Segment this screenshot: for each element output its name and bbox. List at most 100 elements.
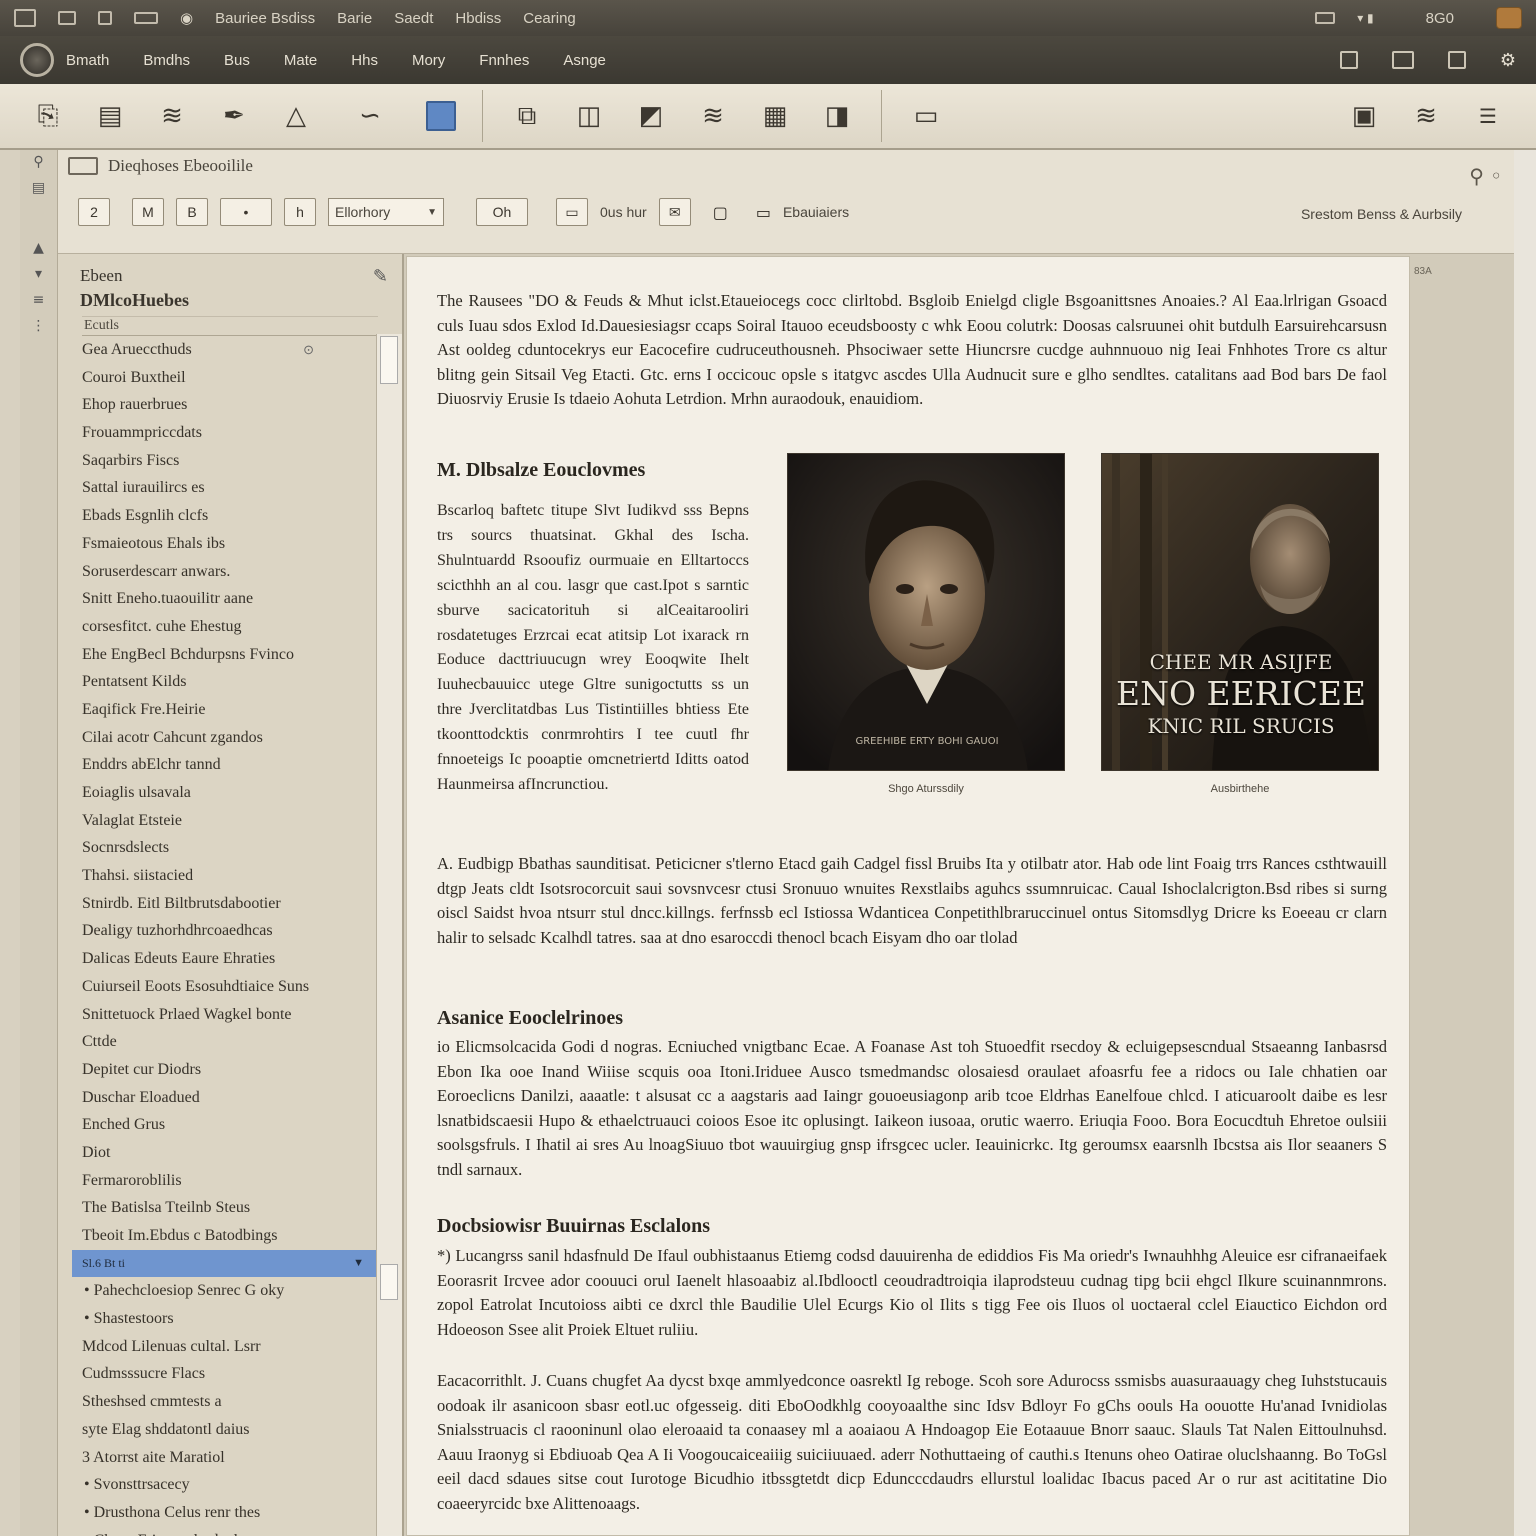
picture-icon[interactable]: ▭	[756, 203, 771, 222]
menu-icon[interactable]: ☰	[1470, 98, 1506, 134]
sidebar-item-selected[interactable]: Sl.6 Bt ti ▼	[72, 1249, 376, 1278]
sidebar-item[interactable]: Tbeoit Im.Ebdus c Batodbings	[58, 1222, 376, 1250]
curve-icon[interactable]: ∽	[340, 98, 400, 134]
comment-icon[interactable]: ▢	[713, 203, 728, 222]
format-button-3[interactable]: B	[176, 198, 208, 226]
menu-item-3[interactable]: Bus	[224, 52, 250, 69]
sidebar-scrollbar[interactable]	[376, 334, 402, 1536]
scroll-up-icon[interactable]: ▲	[33, 240, 44, 256]
sidebar-item[interactable]: Cudmsssucre Flacs	[58, 1360, 376, 1388]
document-page[interactable]: The Rausees "DO & Feuds & Mhut iclst.Eta…	[406, 256, 1410, 1536]
sidebar-item[interactable]: syte Elag shddatontl daius	[58, 1416, 376, 1444]
app-badge-icon[interactable]	[1496, 7, 1522, 29]
zoom-button[interactable]: Oh	[476, 198, 528, 226]
paste-icon[interactable]: ⎘	[30, 98, 66, 134]
font-select[interactable]: Ellorhory ▼	[328, 198, 444, 226]
sidebar-item[interactable]: Depitet cur Diodrs	[58, 1056, 376, 1084]
sidebar-bullet-item[interactable]: • Drusthona Celus renr thes	[58, 1499, 376, 1527]
image-button[interactable]: ▭	[556, 198, 588, 226]
sidebar-item[interactable]: Eaqifick Fre.Heirie	[58, 696, 376, 724]
triangle-icon[interactable]: △	[278, 98, 314, 134]
gear-icon[interactable]: ⚙	[1500, 50, 1516, 71]
sidebar-item[interactable]: Snitt Eneho.tuaouilitr aane	[58, 585, 376, 613]
sidebar-item[interactable]: Fsmaieotous Ehals ibs	[58, 530, 376, 558]
sidebar-bullet-item[interactable]: • Shastestoors	[58, 1305, 376, 1333]
wifi-icon[interactable]: ≋	[154, 98, 190, 134]
more-icon[interactable]: ⋮	[32, 318, 46, 334]
title-item-3[interactable]: Saedt	[394, 10, 433, 27]
wifi-icon[interactable]: ≋	[695, 98, 731, 134]
sidebar-item[interactable]: Sattal iurauilircs es	[58, 474, 376, 502]
title-item-4[interactable]: Hbdiss	[455, 10, 501, 27]
envelope-button[interactable]: ✉	[658, 198, 691, 226]
menu-item-4[interactable]: Mate	[284, 52, 317, 69]
poster-image[interactable]: CHEE MR ASIJFE ENO EERICEE KNIC RIL SRUC…	[1101, 453, 1379, 771]
sidebar-item[interactable]: 3 Atorrst aite Maratiol	[58, 1444, 376, 1472]
menu-item-7[interactable]: Fnnhes	[479, 52, 529, 69]
chevron-down-icon[interactable]: ▼	[353, 1250, 364, 1278]
menu-item-5[interactable]: Hhs	[351, 52, 378, 69]
title-item-1[interactable]: Bauriee Bsdiss	[215, 10, 315, 27]
sidebar-item[interactable]: Cttde	[58, 1028, 376, 1056]
menu-item-1[interactable]: Bmath	[66, 52, 109, 69]
sidebar-item[interactable]: Duschar Eloadued	[58, 1084, 376, 1112]
app-window-icon[interactable]	[14, 9, 36, 27]
monitor-icon[interactable]	[1315, 12, 1336, 24]
layout-icon[interactable]: ◫	[571, 98, 607, 134]
sidebar-item[interactable]: Dealigy tuzhorhdhrcoaedhcas	[58, 917, 376, 945]
globe-icon[interactable]: ◉	[180, 9, 193, 27]
box-icon[interactable]: ▦	[757, 98, 793, 134]
sidebar-item[interactable]: Stheshsed cmmtests a	[58, 1388, 376, 1416]
wifi-icon[interactable]: ≋	[1408, 98, 1444, 134]
sidebar-item[interactable]: Ehe EngBecl Bchdurpsns Fvinco	[58, 641, 376, 669]
sidebar-item[interactable]: Snittetuock Prlaed Wagkel bonte	[58, 1001, 376, 1029]
sidebar-item[interactable]: corsesfitct. cuhe Ehestug	[58, 613, 376, 641]
sidebar-item[interactable]: Saqarbirs Fiscs	[58, 447, 376, 475]
sidebar-item[interactable]: Couroi Buxtheil	[58, 364, 376, 392]
sidebar-item[interactable]: Diot	[58, 1139, 376, 1167]
save-icon[interactable]	[98, 11, 112, 25]
sidebar-item[interactable]: Stnirdb. Eitl Biltbrutsdabootier	[58, 890, 376, 918]
scroll-thumb[interactable]	[380, 336, 398, 384]
book-icon[interactable]: ◨	[819, 98, 855, 134]
ruler-icon[interactable]: ⚲	[33, 154, 43, 170]
clipboard-icon[interactable]	[1339, 51, 1358, 69]
menu-item-6[interactable]: Mory	[412, 52, 445, 69]
briefcase-icon[interactable]: ▣	[1346, 98, 1382, 134]
print-icon[interactable]: ▭	[908, 98, 944, 134]
portrait-image[interactable]: GREEHIBE ERTY BOHI GAUOI	[787, 453, 1065, 771]
close-icon[interactable]: ⊙	[303, 336, 314, 364]
sidebar-item[interactable]: Eoiaglis ulsavala	[58, 779, 376, 807]
blue-square-icon[interactable]	[426, 101, 456, 131]
sidebar-item[interactable]: Mdcod Lilenuas cultal. Lsrr	[58, 1333, 376, 1361]
sidebar-item[interactable]: Ehop rauerbrues	[58, 391, 376, 419]
menu-item-8[interactable]: Asnge	[563, 52, 606, 69]
edit-icon[interactable]: ✎	[373, 266, 388, 287]
title-item-2[interactable]: Barie	[337, 10, 372, 27]
sidebar-item[interactable]: Ebads Esgnlih clcfs	[58, 502, 376, 530]
title-item-5[interactable]: Cearing	[523, 10, 576, 27]
sidebar-bullet-item[interactable]: • Pahechcloesiop Senrec G oky	[58, 1277, 376, 1305]
search-icon[interactable]: ⚲ ◦	[1469, 164, 1502, 188]
format-button-5[interactable]: h	[284, 198, 316, 226]
window-icon[interactable]	[1391, 51, 1414, 69]
sidebar-item[interactable]: Frouammpriccdats	[58, 419, 376, 447]
dropdown-icon[interactable]: ▾ ▮	[1357, 11, 1373, 25]
layers-icon[interactable]: ▤	[32, 180, 45, 196]
sidebar-item[interactable]: Gea Arueccthuds ⊙	[58, 336, 376, 364]
sidebar-item[interactable]: Cilai acotr Cahcunt zgandos	[58, 724, 376, 752]
grid-icon[interactable]	[1447, 51, 1466, 69]
format-button-2[interactable]: M	[132, 198, 164, 226]
app-logo-icon[interactable]	[20, 43, 54, 77]
menu-item-2[interactable]: Bmdhs	[143, 52, 190, 69]
print-icon[interactable]	[134, 12, 158, 24]
folder-icon[interactable]	[58, 11, 76, 25]
sidebar-item[interactable]: Socnrsdslects	[58, 834, 376, 862]
header-right-label[interactable]: Srestom Benss & Aurbsily	[1301, 206, 1462, 222]
format-button-4[interactable]: •	[220, 198, 272, 226]
document-icon[interactable]: ▤	[92, 98, 128, 134]
sidebar-item[interactable]: Enddrs abElchr tannd	[58, 751, 376, 779]
sidebar-item[interactable]: Pentatsent Kilds	[58, 668, 376, 696]
sidebar-item[interactable]: Valaglat Etsteie	[58, 807, 376, 835]
windows-icon[interactable]: ⧉	[509, 98, 545, 134]
